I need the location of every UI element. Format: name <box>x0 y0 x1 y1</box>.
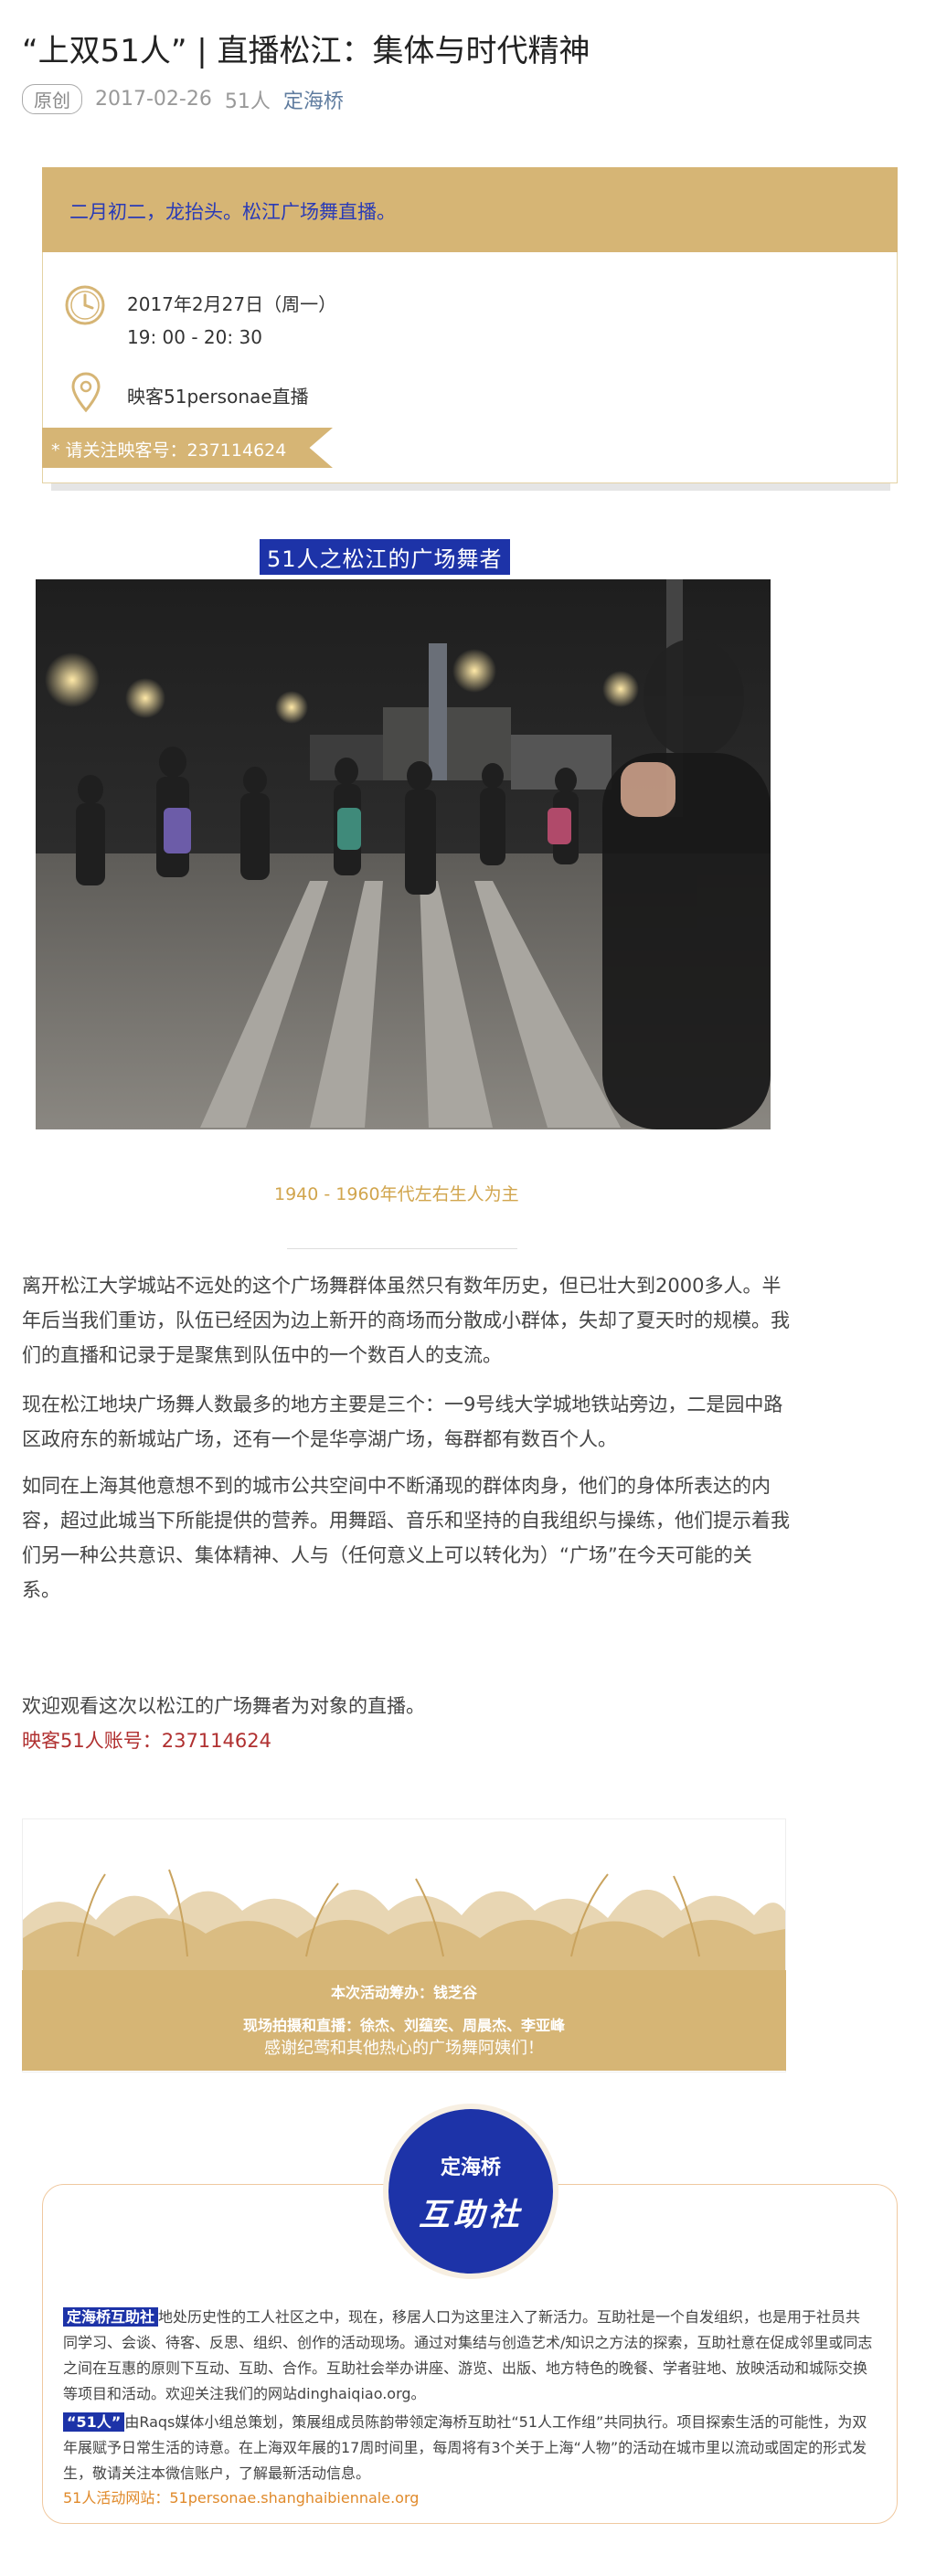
welcome-text: 欢迎观看这次以松江的广场舞者为对象的直播。 <box>22 1695 425 1717</box>
author-link[interactable]: 定海桥 <box>283 85 344 114</box>
square-dance-photo[interactable] <box>36 579 771 1129</box>
photo-section-title: 51人之松江的广场舞者 <box>260 539 510 575</box>
dinghaiqiao-logo: 定海桥 互助社 <box>381 2102 560 2281</box>
event-time: 19: 00 - 20: 30 <box>127 326 262 348</box>
location-pin-icon <box>70 371 101 417</box>
event-place: 映客51personae直播 <box>127 386 309 408</box>
credits-crew: 现场拍摄和直播：徐杰、刘蕴奕、周晨杰、李亚峰 <box>242 2017 565 2034</box>
photo-caption: 1940 - 1960年代左右生人为主 <box>274 1184 519 1204</box>
about-tag: 定海桥互助社 <box>63 2307 159 2327</box>
caption-divider <box>287 1248 517 1249</box>
inke-account: 映客51人账号：237114624 <box>22 1730 271 1752</box>
project-paragraph: “51人” 由Raqs媒体小组总策划，策展组成员陈韵带领定海桥互助社“51人工作组… <box>63 2412 867 2482</box>
credits-thanks: 感谢纪莺和其他热心的广场舞阿姨们！ <box>264 2039 544 2058</box>
project-tag: “51人” <box>63 2412 125 2432</box>
project-website-link[interactable]: 51人活动网站：51personae.shanghaibiennale.org <box>63 2486 419 2507</box>
event-headline: 二月初二，龙抬头。松江广场舞直播。 <box>69 201 396 223</box>
article-meta: 原创 2017-02-26 51人 定海桥 <box>22 84 344 114</box>
logo-bottom-text: 互助社 <box>419 2197 523 2233</box>
publish-date: 2017-02-26 <box>95 88 212 111</box>
read-count: 51人 <box>224 90 271 113</box>
body-paragraph: 如同在上海其他意想不到的城市公共空间中不断涌现的群体肉身，他们的身体所表达的内容… <box>22 1475 790 1601</box>
follow-ribbon-text: * 请关注映客号：237114624 <box>51 440 287 461</box>
grass-illustration <box>23 1819 785 1975</box>
body-paragraph: 离开松江大学城站不远处的这个广场舞群体虽然只有数年历史，但已壮大到2000多人。… <box>22 1275 790 1366</box>
article-title: “上双51人” | 直播松江：集体与时代精神 <box>22 33 590 69</box>
event-date: 2017年2月27日（周一） <box>127 293 337 315</box>
body-paragraph: 现在松江地块广场舞人数最多的地方主要是三个：一9号线大学城地铁站旁边，二是园中路… <box>22 1394 783 1450</box>
about-paragraph: 定海桥互助社 地处历史性的工人社区之中，现在，移居人口为这里注入了新活力。互助社是… <box>63 2307 873 2402</box>
clock-icon <box>63 283 107 331</box>
logo-top-text: 定海桥 <box>440 2157 501 2179</box>
original-badge: 原创 <box>22 84 82 114</box>
credits-organizer: 本次活动筹办：钱芝谷 <box>330 1984 477 2001</box>
